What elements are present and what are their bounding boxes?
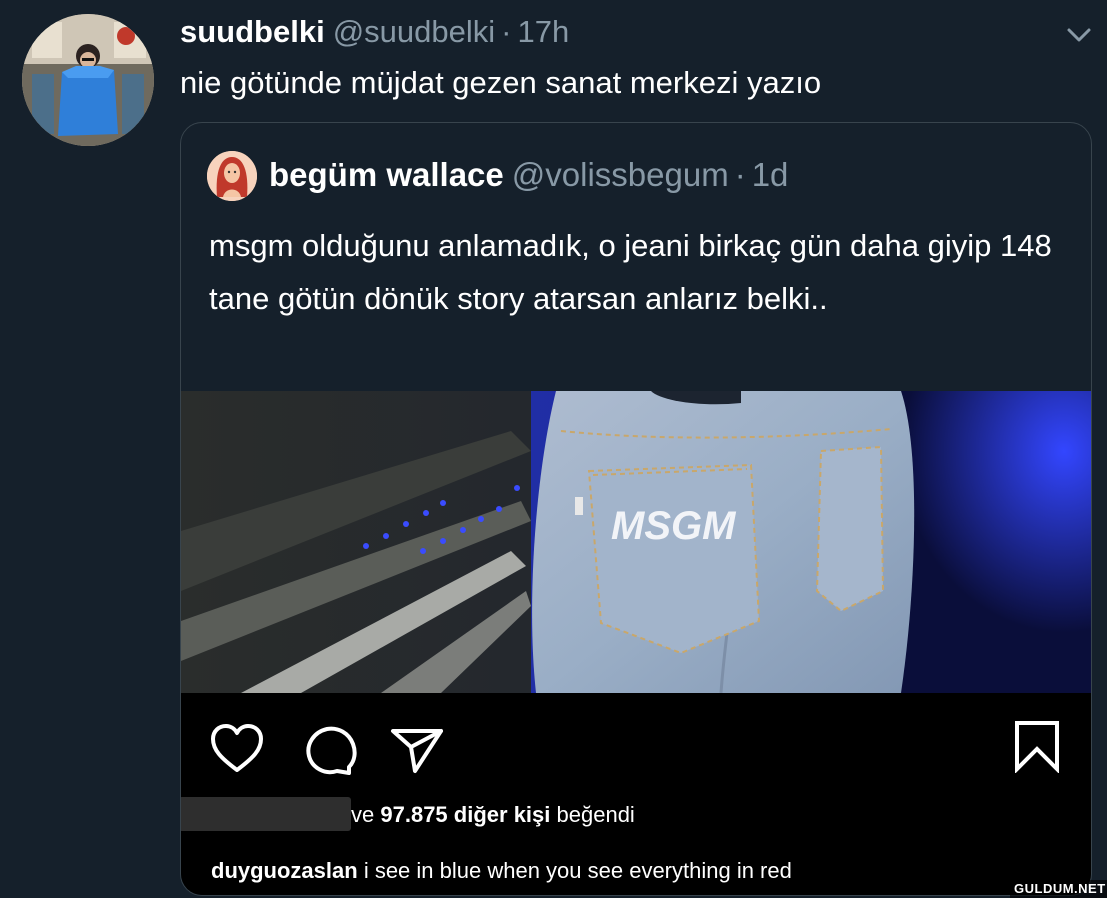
caption: duyguozaslan i see in blue when you see … <box>211 857 792 885</box>
separator-dot: · <box>501 14 512 49</box>
jeans-photo-image: MSGM <box>181 391 1091 693</box>
author-avatar-image <box>22 14 154 146</box>
author-avatar[interactable] <box>22 14 154 146</box>
likes-prefix: ve <box>351 802 375 827</box>
quoted-author-avatar[interactable] <box>207 151 257 201</box>
comment-bubble-icon[interactable] <box>301 723 357 782</box>
quoted-tweet-timestamp[interactable]: 1d <box>752 156 789 193</box>
tweet-timestamp[interactable]: 17h <box>517 14 569 49</box>
chevron-down-icon[interactable] <box>1062 22 1096 48</box>
likes-count: 97.875 <box>380 802 448 827</box>
author-handle[interactable]: @suudbelki <box>333 14 495 49</box>
separator-dot: · <box>734 156 746 193</box>
likes-others: diğer kişi <box>453 802 551 827</box>
watermark: GULDUM.NET <box>1010 880 1107 898</box>
tweet-text: nie götünde müjdat gezen sanat merkezi y… <box>180 65 822 100</box>
author-name[interactable]: suudbelki <box>180 14 325 49</box>
heart-icon[interactable] <box>209 723 265 780</box>
instagram-footer: ve 97.875 diğer kişi beğendi duyguozasla… <box>181 693 1091 895</box>
caption-text: i see in blue when you see everything in… <box>363 858 792 883</box>
quoted-author-name[interactable]: begüm wallace <box>269 156 504 193</box>
msgm-logo: MSGM <box>611 504 737 548</box>
caption-username[interactable]: duyguozaslan <box>211 858 358 883</box>
likes-suffix: beğendi <box>556 802 635 827</box>
quoted-tweet-card[interactable]: begüm wallace @volissbegum · 1d msgm olduğu… <box>180 122 1092 896</box>
tweet-header: suudbelki @suudbelki · 17h <box>180 12 569 52</box>
likes-summary[interactable]: ve 97.875 diğer kişi beğendi <box>181 797 635 831</box>
paper-plane-icon[interactable] <box>389 725 445 780</box>
redacted-liker-name <box>181 797 351 831</box>
quoted-tweet-header: begüm wallace @volissbegum · 1d <box>269 153 788 197</box>
quoted-tweet-text: msgm olduğunu anlamadık, o jeani birkaç … <box>209 228 1052 316</box>
quoted-author-handle[interactable]: @volissbegum <box>512 156 729 193</box>
bookmark-icon[interactable] <box>1013 719 1061 778</box>
quoted-tweet-photo[interactable]: MSGM <box>181 391 1091 693</box>
